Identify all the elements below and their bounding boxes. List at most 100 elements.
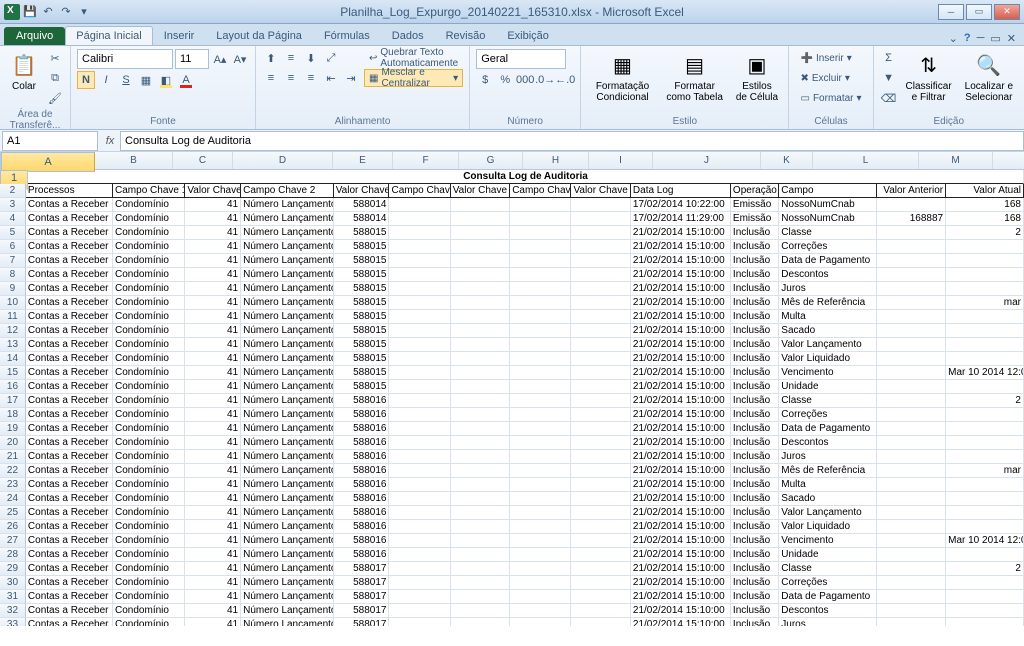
cell[interactable] xyxy=(946,450,1024,464)
cell[interactable]: 21/02/2014 15:10:00 xyxy=(631,464,731,478)
column-header-k[interactable]: K xyxy=(761,152,813,169)
cell[interactable] xyxy=(571,212,630,226)
cell[interactable] xyxy=(389,478,450,492)
cell[interactable]: 588015 xyxy=(334,380,390,394)
cell[interactable]: 588017 xyxy=(334,590,390,604)
cell[interactable] xyxy=(451,436,510,450)
cell[interactable] xyxy=(877,366,946,380)
cell[interactable] xyxy=(877,604,946,618)
table-row[interactable]: 18Contas a ReceberCondomínio41Número Lan… xyxy=(0,408,1024,422)
cell[interactable]: Inclusão xyxy=(731,576,779,590)
cell[interactable] xyxy=(510,478,571,492)
cell[interactable]: Campo Chave 3 xyxy=(389,184,450,198)
cell[interactable]: Condomínio xyxy=(113,450,185,464)
cell[interactable] xyxy=(571,380,630,394)
bold-button[interactable]: N xyxy=(77,71,95,89)
insert-cells-button[interactable]: ➕Inserir▾ xyxy=(795,49,866,67)
formula-input[interactable]: Consulta Log de Auditoria xyxy=(120,131,1024,151)
cell[interactable]: 21/02/2014 15:10:00 xyxy=(631,226,731,240)
cell[interactable]: Inclusão xyxy=(731,464,779,478)
cell[interactable] xyxy=(510,492,571,506)
cell[interactable] xyxy=(451,198,510,212)
cell[interactable]: 588015 xyxy=(334,296,390,310)
cell[interactable] xyxy=(451,394,510,408)
row-header[interactable]: 32 xyxy=(0,604,26,618)
cell[interactable]: 41 xyxy=(185,604,241,618)
number-format-select[interactable] xyxy=(476,49,566,69)
cell[interactable]: Inclusão xyxy=(731,478,779,492)
cell[interactable]: Contas a Receber xyxy=(26,366,113,380)
cell[interactable]: Contas a Receber xyxy=(26,422,113,436)
autosum-icon[interactable]: Σ xyxy=(880,49,898,67)
decrease-decimal-icon[interactable]: ←.0 xyxy=(556,71,574,89)
cell[interactable] xyxy=(389,436,450,450)
column-header-i[interactable]: I xyxy=(589,152,653,169)
cell[interactable]: Emissão xyxy=(731,212,779,226)
row-header[interactable]: 5 xyxy=(0,226,26,240)
row-header[interactable]: 9 xyxy=(0,282,26,296)
cell[interactable]: 588016 xyxy=(334,436,390,450)
percent-icon[interactable]: % xyxy=(496,71,514,89)
cell[interactable]: Contas a Receber xyxy=(26,436,113,450)
cell[interactable]: Condomínio xyxy=(113,408,185,422)
cell[interactable]: 41 xyxy=(185,408,241,422)
cell[interactable] xyxy=(877,436,946,450)
cell[interactable]: 17/02/2014 11:29:00 xyxy=(631,212,731,226)
cell[interactable]: Valor Liquidado xyxy=(779,352,877,366)
cell[interactable] xyxy=(946,492,1024,506)
cell[interactable]: Número Lançamento xyxy=(241,492,334,506)
cell[interactable]: Data de Pagamento xyxy=(779,254,877,268)
cell[interactable] xyxy=(877,282,946,296)
cell[interactable]: Contas a Receber xyxy=(26,506,113,520)
cell[interactable]: 588015 xyxy=(334,324,390,338)
cell[interactable] xyxy=(571,198,630,212)
cell[interactable]: 21/02/2014 15:10:00 xyxy=(631,590,731,604)
cell[interactable]: Contas a Receber xyxy=(26,618,113,626)
cell[interactable] xyxy=(389,324,450,338)
cell[interactable]: 588016 xyxy=(334,534,390,548)
cell[interactable] xyxy=(877,618,946,626)
name-box[interactable]: A1 xyxy=(2,131,98,151)
cell[interactable] xyxy=(451,534,510,548)
cell[interactable]: Campo Chave 1 xyxy=(113,184,185,198)
cell[interactable] xyxy=(510,338,571,352)
cell[interactable]: Inclusão xyxy=(731,366,779,380)
cell[interactable]: Número Lançamento xyxy=(241,240,334,254)
cell[interactable]: 21/02/2014 15:10:00 xyxy=(631,548,731,562)
cell[interactable]: Processos xyxy=(26,184,113,198)
cell[interactable] xyxy=(571,338,630,352)
cell[interactable]: 588015 xyxy=(334,352,390,366)
cell[interactable] xyxy=(571,464,630,478)
cell[interactable] xyxy=(571,268,630,282)
row-header[interactable]: 25 xyxy=(0,506,26,520)
cell[interactable] xyxy=(877,310,946,324)
grow-font-icon[interactable]: A▴ xyxy=(211,50,229,68)
cell[interactable]: Número Lançamento xyxy=(241,562,334,576)
cell[interactable] xyxy=(510,618,571,626)
cell[interactable]: Condomínio xyxy=(113,226,185,240)
cell[interactable]: 21/02/2014 15:10:00 xyxy=(631,506,731,520)
cell[interactable]: Número Lançamento xyxy=(241,408,334,422)
cell[interactable]: Contas a Receber xyxy=(26,562,113,576)
column-header-e[interactable]: E xyxy=(333,152,393,169)
cell[interactable]: 21/02/2014 15:10:00 xyxy=(631,492,731,506)
cell[interactable] xyxy=(946,590,1024,604)
row-header[interactable]: 27 xyxy=(0,534,26,548)
cell[interactable] xyxy=(510,352,571,366)
cell[interactable] xyxy=(877,394,946,408)
column-header-f[interactable]: F xyxy=(393,152,459,169)
cell[interactable] xyxy=(510,576,571,590)
cell[interactable] xyxy=(389,562,450,576)
cell[interactable]: Contas a Receber xyxy=(26,408,113,422)
cell[interactable] xyxy=(877,562,946,576)
cell[interactable]: Contas a Receber xyxy=(26,590,113,604)
cell[interactable]: 21/02/2014 15:10:00 xyxy=(631,268,731,282)
italic-button[interactable]: I xyxy=(97,71,115,89)
cell[interactable] xyxy=(510,212,571,226)
cell[interactable]: Correções xyxy=(779,408,877,422)
fx-icon[interactable]: fx xyxy=(100,135,120,147)
table-row[interactable]: 12Contas a ReceberCondomínio41Número Lan… xyxy=(0,324,1024,338)
cell[interactable]: Inclusão xyxy=(731,254,779,268)
column-header-b[interactable]: B xyxy=(95,152,173,169)
cell[interactable]: 21/02/2014 15:10:00 xyxy=(631,240,731,254)
